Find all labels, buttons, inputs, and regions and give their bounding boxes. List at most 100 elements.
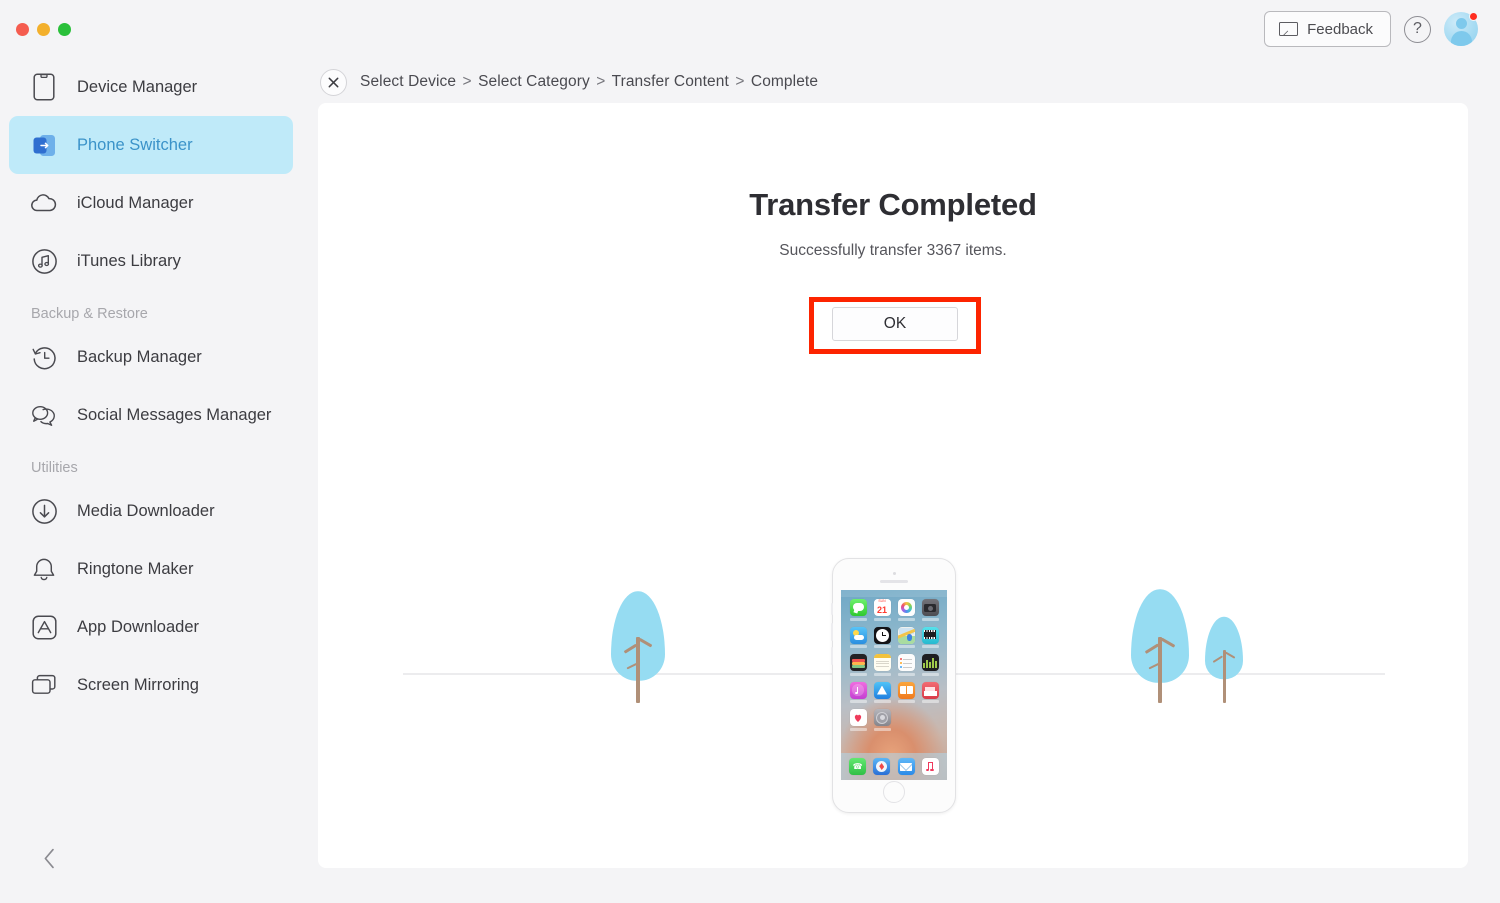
sidebar-item-label: Device Manager (77, 77, 198, 96)
iphone-illustration: SUN 21 ☎ (831, 558, 956, 813)
cloud-icon (29, 188, 59, 218)
sidebar-item-label: Screen Mirroring (77, 675, 199, 694)
illustration-scene: SUN 21 ☎ (318, 403, 1468, 813)
header-actions: Feedback ? (1264, 11, 1478, 47)
clock-restore-icon (29, 342, 59, 372)
app-icon-health (849, 709, 867, 731)
tree-right-small (1205, 616, 1243, 703)
title-bar: Feedback ? (0, 0, 1500, 58)
feedback-button[interactable]: Feedback (1264, 11, 1391, 47)
sidebar-item-label: App Downloader (77, 617, 199, 636)
app-icon-camera (921, 599, 939, 621)
phone-speaker (880, 580, 908, 583)
main-panel: Transfer Completed Successfully transfer… (318, 103, 1468, 868)
breadcrumb-separator: > (462, 73, 472, 90)
app-icon-notes (873, 654, 891, 676)
dock-icon-mail (897, 758, 915, 775)
phone-dock: ☎ (841, 753, 947, 780)
phone-home-button (883, 781, 905, 803)
status-text: Successfully transfer 3367 items. (779, 242, 1007, 259)
question-mark-icon: ? (1413, 20, 1422, 37)
sidebar-item-ringtone-maker[interactable]: Ringtone Maker (9, 540, 293, 598)
sidebar-group-backup-restore: Backup & Restore (31, 306, 148, 322)
sidebar-item-label: Phone Switcher (77, 135, 193, 154)
sidebar-item-label: Ringtone Maker (77, 559, 194, 578)
breadcrumb-step-transfer-content[interactable]: Transfer Content (612, 73, 729, 90)
breadcrumb-step-complete[interactable]: Complete (751, 73, 818, 90)
app-icon-ibooks (897, 681, 915, 703)
tree-left (611, 591, 665, 703)
app-icon-clock (873, 626, 891, 648)
sidebar-item-label: Media Downloader (77, 501, 215, 520)
close-x-icon (328, 77, 339, 87)
sidebar-group-utilities: Utilities (31, 460, 78, 476)
sidebar: Device Manager Phone Switcher iCloud Man… (0, 58, 302, 903)
ok-button[interactable]: OK (832, 307, 958, 341)
screens-stack-icon (29, 670, 59, 700)
breadcrumb-step-select-device[interactable]: Select Device (360, 73, 456, 90)
sidebar-item-phone-switcher[interactable]: Phone Switcher (9, 116, 293, 174)
app-icon-videos (921, 626, 939, 648)
sidebar-item-icloud-manager[interactable]: iCloud Manager (9, 174, 293, 232)
breadcrumb: Select Device > Select Category > Transf… (320, 60, 818, 104)
sidebar-item-device-manager[interactable]: Device Manager (9, 58, 293, 116)
music-note-circle-icon (29, 246, 59, 276)
breadcrumb-step-select-category[interactable]: Select Category (478, 73, 590, 90)
content-area: Select Device > Select Category > Transf… (302, 58, 1500, 903)
app-icon-newsstand (921, 681, 939, 703)
app-icon-reminders (897, 654, 915, 676)
app-icon-itunes-store (849, 681, 867, 703)
app-icon-weather (849, 626, 867, 648)
app-icon-maps (897, 626, 915, 648)
app-window: Feedback ? Device Manager Phone Switcher… (0, 0, 1500, 903)
notification-badge (1469, 12, 1478, 21)
sidebar-item-label: iTunes Library (77, 251, 181, 270)
phone-home-screen: SUN 21 ☎ (841, 590, 947, 780)
app-icon-wallet (849, 654, 867, 676)
envelope-icon (1279, 22, 1299, 36)
app-icon-app-store (873, 681, 891, 703)
breadcrumb-separator: > (596, 73, 606, 90)
bell-icon (29, 554, 59, 584)
chat-bubbles-icon (29, 400, 59, 430)
app-icon-photos (897, 599, 915, 621)
sidebar-item-app-downloader[interactable]: App Downloader (9, 598, 293, 656)
sidebar-item-screen-mirroring[interactable]: Screen Mirroring (9, 656, 293, 714)
feedback-label: Feedback (1307, 20, 1373, 38)
sidebar-item-label: iCloud Manager (77, 193, 194, 212)
page-title: Transfer Completed (749, 187, 1037, 222)
app-icon-settings (873, 709, 891, 731)
sidebar-item-backup-manager[interactable]: Backup Manager (9, 328, 293, 386)
phone-switcher-icon (29, 130, 59, 160)
phone-outline-icon (29, 72, 59, 102)
phone-camera-icon (892, 572, 896, 575)
dock-icon-safari (873, 758, 891, 775)
minimize-window-button[interactable] (37, 23, 50, 36)
app-icon-messages (849, 599, 867, 621)
sidebar-item-label: Social Messages Manager (77, 405, 272, 424)
avatar[interactable] (1444, 12, 1478, 46)
app-icon-calendar: SUN 21 (873, 599, 891, 621)
phone-app-grid: SUN 21 (846, 599, 942, 731)
sidebar-item-social-messages-manager[interactable]: Social Messages Manager (9, 386, 293, 444)
phone-volume-up (831, 623, 833, 641)
download-arrow-circle-icon (29, 496, 59, 526)
breadcrumb-steps: Select Device > Select Category > Transf… (360, 73, 818, 91)
sidebar-collapse-button[interactable] (36, 845, 62, 871)
sidebar-item-media-downloader[interactable]: Media Downloader (9, 482, 293, 540)
maximize-window-button[interactable] (58, 23, 71, 36)
window-controls (16, 23, 71, 36)
sidebar-item-itunes-library[interactable]: iTunes Library (9, 232, 293, 290)
close-wizard-button[interactable] (320, 68, 347, 96)
breadcrumb-separator: > (735, 73, 745, 90)
help-button[interactable]: ? (1404, 15, 1431, 43)
close-window-button[interactable] (16, 23, 29, 36)
phone-volume-down (831, 647, 833, 665)
dock-icon-music (922, 758, 940, 775)
app-store-icon (29, 612, 59, 642)
sidebar-item-label: Backup Manager (77, 347, 202, 366)
app-icon-stocks (921, 654, 939, 676)
phone-status-bar (841, 590, 947, 597)
dock-icon-phone: ☎ (848, 758, 866, 775)
phone-mute-switch (831, 603, 833, 615)
